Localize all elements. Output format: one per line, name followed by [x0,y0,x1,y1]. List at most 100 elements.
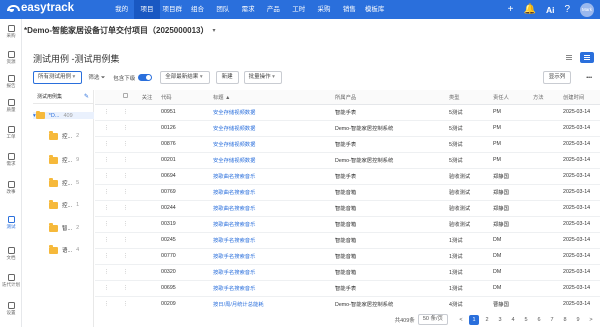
more-icon[interactable]: ••• [586,75,592,81]
row-menu-icon[interactable]: ⋮ [123,301,128,307]
title-link[interactable]: 按歌手名搜索音乐 [213,280,335,297]
drag-handle-icon[interactable]: ⋮ [104,285,109,291]
nav-item-8[interactable]: 采购 [311,0,336,19]
table-row[interactable]: ⋮ ⋮ 00244 按歌曲名搜索音乐 智能音箱 验收测试 郑静国 2025-03-14 [95,200,600,217]
page-size-select[interactable]: 50 条/页 [417,314,448,325]
page-button[interactable]: 5 [521,315,531,325]
next-page-button[interactable]: > [586,315,596,325]
page-button[interactable]: 6 [534,315,544,325]
follow-cell[interactable] [133,264,161,281]
sidebar-item-3[interactable]: 质量 [0,99,22,113]
sidebar-item-0[interactable]: 采购 [0,25,22,39]
table-row[interactable]: ⋮ ⋮ 00201 安全存储视频数据 Demo-智能家居控制系统 5测试 PM 2025-03… [95,152,600,169]
title-link[interactable]: 安全存储视频数据 [213,152,335,169]
follow-cell[interactable] [133,152,161,169]
sidebar-item-6[interactable]: 改事 [0,181,22,195]
table-row[interactable]: ⋮ ⋮ 00245 按歌手名搜索音乐 智能音箱 1测试 DM 2025-03-14 [95,232,600,249]
col-header-9[interactable]: 创建时间 [563,90,600,105]
follow-cell[interactable] [133,280,161,297]
help-icon[interactable]: ? [564,4,570,15]
nav-item-1[interactable]: 项目 [134,0,160,19]
page-button[interactable]: 2 [482,315,492,325]
table-row[interactable]: ⋮ ⋮ 00320 按歌手名搜索音乐 智能音箱 1测试 DM 2025-03-14 [95,264,600,281]
title-link[interactable]: 安全存储视频数据 [213,104,335,121]
prev-page-button[interactable]: < [456,315,466,325]
follow-cell[interactable] [133,216,161,233]
title-link[interactable]: 按歌手名搜索音乐 [213,264,335,281]
title-link[interactable]: 按歌曲名搜索音乐 [213,168,335,185]
new-button[interactable]: 新建 [215,71,239,84]
page-button[interactable]: 8 [560,315,570,325]
row-menu-icon[interactable]: ⋮ [123,237,128,243]
title-link[interactable]: 安全存储视频数据 [213,136,335,153]
row-menu-icon[interactable]: ⋮ [123,285,128,291]
page-button[interactable]: 9 [573,315,583,325]
col-header-5[interactable]: 所属产品 [335,90,449,105]
page-button[interactable]: 7 [547,315,557,325]
show-columns-button[interactable]: 显示列 [542,71,572,84]
nav-item-6[interactable]: 产品 [261,0,286,19]
follow-cell[interactable] [133,232,161,249]
list-view-icon[interactable] [562,52,576,63]
table-row[interactable]: ⋮ ⋮ 00951 安全存储视频数据 智能手表 5测试 PM 2025-03-14 [95,104,600,121]
title-link[interactable]: 按歌手名搜索音乐 [213,248,335,265]
tree-node[interactable]: 控... 1 [49,200,94,209]
add-icon[interactable]: + [508,4,514,15]
sidebar-item-10[interactable]: 设置 [0,302,22,316]
app-logo[interactable]: easytrack [6,2,74,14]
row-menu-icon[interactable]: ⋮ [123,221,128,227]
tree-node[interactable]: 控... 5 [49,178,94,187]
col-header-8[interactable]: 方法 [533,90,563,105]
nav-item-9[interactable]: 销售 [337,0,362,19]
drag-handle-icon[interactable]: ⋮ [104,157,109,163]
follow-cell[interactable] [133,248,161,265]
tree-root-node[interactable]: ▾ *D... 409 [33,110,94,119]
row-menu-icon[interactable]: ⋮ [123,125,128,131]
scope-select[interactable]: 所有测试用例 [33,71,83,84]
ai-assistant-button[interactable]: Ai [546,5,555,15]
nav-item-7[interactable]: 工时 [286,0,311,19]
edit-icon[interactable]: ✎ [84,90,89,104]
split-view-icon[interactable] [580,52,594,63]
col-header-6[interactable]: 类型 [449,90,493,105]
row-menu-icon[interactable]: ⋮ [123,269,128,275]
drag-handle-icon[interactable]: ⋮ [104,221,109,227]
tree-node[interactable]: 控... 9 [49,155,94,164]
table-row[interactable]: ⋮ ⋮ 00769 按歌曲名搜索音乐 智能音箱 验收测试 郑静国 2025-03-14 [95,184,600,201]
page-button[interactable]: 3 [495,315,505,325]
row-menu-icon[interactable]: ⋮ [123,189,128,195]
filter-button[interactable]: 筛选 ⏷ [88,73,105,82]
nav-item-4[interactable]: 团队 [210,0,235,19]
drag-handle-icon[interactable]: ⋮ [104,109,109,115]
table-row[interactable]: ⋮ ⋮ 00126 安全存储视频数据 Demo-智能家居控制系统 5测试 PM 2025-03… [95,120,600,137]
sidebar-item-9[interactable]: 迭代计划 [0,274,22,288]
nav-item-5[interactable]: 需求 [235,0,260,19]
tree-node[interactable]: 语... 4 [49,245,94,254]
project-selector[interactable]: *Demo-智能家居设备订单交付项目（2025000013） ▾ [24,22,216,39]
sidebar-item-1[interactable]: 资源 [0,51,22,65]
table-row[interactable]: ⋮ ⋮ 00695 按歌手名搜索音乐 智能手表 1测试 DM 2025-03-14 [95,280,600,297]
follow-cell[interactable] [133,120,161,137]
sidebar-item-5[interactable]: 需求 [0,153,22,167]
col-header-3[interactable]: 代码 [161,90,213,105]
title-link[interactable]: 按日/周/月统计总能耗 [213,296,335,310]
title-link[interactable]: 按歌曲名搜索音乐 [213,184,335,201]
drag-handle-icon[interactable]: ⋮ [104,205,109,211]
follow-cell[interactable] [133,200,161,217]
drag-handle-icon[interactable]: ⋮ [104,301,109,307]
drag-handle-icon[interactable]: ⋮ [104,253,109,259]
avatar[interactable]: Mark [580,2,594,17]
drag-handle-icon[interactable]: ⋮ [104,269,109,275]
sidebar-item-4[interactable]: 工单 [0,126,22,140]
col-header-4[interactable]: 标题 ▲ [213,90,335,105]
bell-icon[interactable]: 🔔 [523,4,535,15]
row-menu-icon[interactable]: ⋮ [123,205,128,211]
table-row[interactable]: ⋮ ⋮ 00319 按歌曲名搜索音乐 智能音箱 验收测试 郑静国 2025-03-14 [95,216,600,233]
bulk-action-select[interactable]: 批量操作 [243,71,282,84]
sidebar-item-7[interactable]: 测试 [0,216,22,230]
title-link[interactable]: 按歌手名搜索音乐 [213,232,335,249]
sidebar-item-2[interactable]: 报告 [0,75,22,89]
nav-item-2[interactable]: 项目群 [160,0,185,19]
nav-item-10[interactable]: 模板库 [362,0,387,19]
page-button[interactable]: 4 [508,315,518,325]
